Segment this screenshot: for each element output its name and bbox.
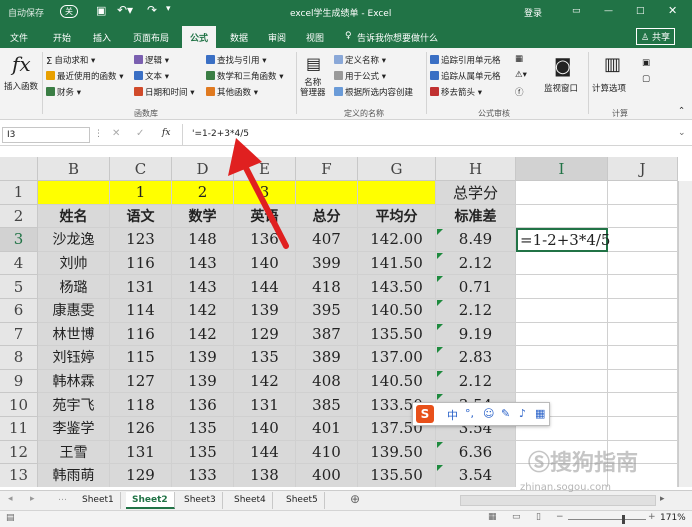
annotation-arrow — [228, 138, 289, 249]
arrow-shaft — [243, 165, 289, 249]
active-cell[interactable]: =1-2+3*4/5 — [516, 228, 610, 252]
